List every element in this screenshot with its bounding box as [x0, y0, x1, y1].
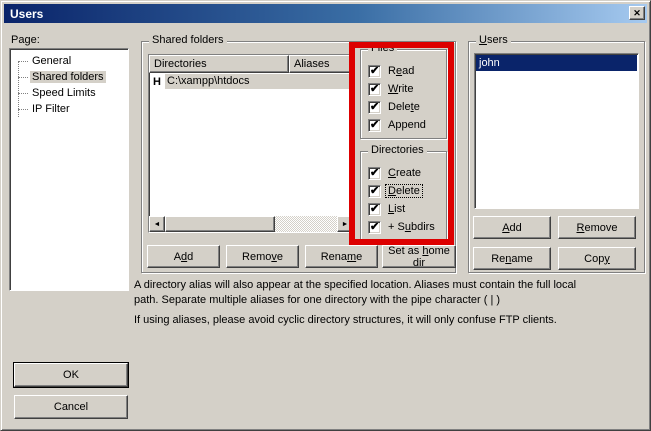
shared-folders-group-label: Shared folders	[149, 34, 227, 46]
scrollbar-thumb[interactable]	[165, 216, 275, 232]
sidebar-item-shared-folders[interactable]: Shared folders	[10, 69, 128, 85]
user-remove-button[interactable]: Remove	[558, 216, 636, 239]
delete-dir-checkbox[interactable]	[368, 185, 381, 198]
home-flag: H	[149, 76, 165, 88]
listview-body: H C:\xampp\htdocs	[149, 73, 353, 216]
checkbox-row-append[interactable]: Append	[368, 116, 446, 134]
user-list-item[interactable]: john	[476, 55, 637, 71]
delete-file-checkbox[interactable]	[368, 101, 381, 114]
alias-info-text: A directory alias will also appear at th…	[134, 278, 586, 308]
directories-group-label: Directories	[368, 144, 427, 156]
directories-permissions-group: Directories Create Delete List + Subdirs	[360, 151, 447, 241]
subdirs-label: + Subdirs	[386, 221, 437, 233]
close-icon: ✕	[633, 9, 641, 18]
cyclic-warning-text: If using aliases, please avoid cyclic di…	[134, 313, 586, 328]
listview-header: Directories Aliases	[149, 55, 353, 73]
write-checkbox[interactable]	[368, 83, 381, 96]
close-button[interactable]: ✕	[629, 6, 645, 20]
cancel-button[interactable]: Cancel	[14, 395, 128, 419]
checkbox-row-create[interactable]: Create	[368, 164, 446, 182]
create-label: Create	[386, 167, 423, 179]
read-checkbox[interactable]	[368, 65, 381, 78]
directory-row[interactable]: H C:\xampp\htdocs	[149, 73, 353, 90]
ok-button[interactable]: OK	[14, 363, 128, 387]
user-add-button[interactable]: Add	[473, 216, 551, 239]
append-label: Append	[386, 119, 428, 131]
checkbox-row-subdirs[interactable]: + Subdirs	[368, 218, 446, 236]
shared-folders-listview[interactable]: Directories Aliases H C:\xampp\htdocs ◄ …	[148, 54, 354, 233]
column-header-directories[interactable]: Directories	[149, 55, 289, 73]
list-checkbox[interactable]	[368, 203, 381, 216]
create-checkbox[interactable]	[368, 167, 381, 180]
checkbox-row-delete-file[interactable]: Delete	[368, 98, 446, 116]
users-group-label: Users	[476, 34, 511, 46]
sidebar-item-general[interactable]: General	[10, 53, 128, 69]
users-list[interactable]: john	[474, 53, 639, 209]
user-copy-button[interactable]: Copy	[558, 247, 636, 270]
user-rename-button[interactable]: Rename	[473, 247, 551, 270]
write-label: Write	[386, 83, 415, 95]
scroll-right-arrow-icon[interactable]: ►	[337, 216, 353, 232]
delete-dir-label: Delete	[386, 185, 422, 197]
files-permissions-group: Files Read Write Delete Append	[360, 49, 447, 139]
scroll-left-arrow-icon[interactable]: ◄	[149, 216, 165, 232]
column-header-aliases[interactable]: Aliases	[289, 55, 353, 73]
checkbox-row-write[interactable]: Write	[368, 80, 446, 98]
shared-remove-button[interactable]: Remove	[226, 245, 299, 268]
sidebar-item-ip-filter[interactable]: IP Filter	[10, 101, 128, 117]
list-label: List	[386, 203, 407, 215]
checkbox-row-delete-dir[interactable]: Delete	[368, 182, 446, 200]
files-group-label: Files	[368, 42, 397, 54]
delete-file-label: Delete	[386, 101, 422, 113]
users-dialog: Users ✕ Page: General Shared folders Spe…	[0, 0, 651, 431]
window-title: Users	[10, 7, 43, 21]
set-as-home-dir-button[interactable]: Set as home dir	[382, 245, 456, 268]
scrollbar-track[interactable]	[275, 216, 337, 232]
shared-add-button[interactable]: Add	[147, 245, 220, 268]
checkbox-row-read[interactable]: Read	[368, 62, 446, 80]
title-bar[interactable]: Users	[4, 4, 647, 23]
page-label: Page:	[11, 34, 40, 46]
page-tree: General Shared folders Speed Limits IP F…	[10, 53, 128, 117]
subdirs-checkbox[interactable]	[368, 221, 381, 234]
checkbox-row-list[interactable]: List	[368, 200, 446, 218]
sidebar-item-speed-limits[interactable]: Speed Limits	[10, 85, 128, 101]
append-checkbox[interactable]	[368, 119, 381, 132]
page-list[interactable]: General Shared folders Speed Limits IP F…	[9, 48, 129, 291]
horizontal-scrollbar[interactable]: ◄ ►	[149, 216, 353, 232]
directory-path: C:\xampp\htdocs	[165, 74, 353, 89]
shared-rename-button[interactable]: Rename	[305, 245, 378, 268]
read-label: Read	[386, 65, 416, 77]
